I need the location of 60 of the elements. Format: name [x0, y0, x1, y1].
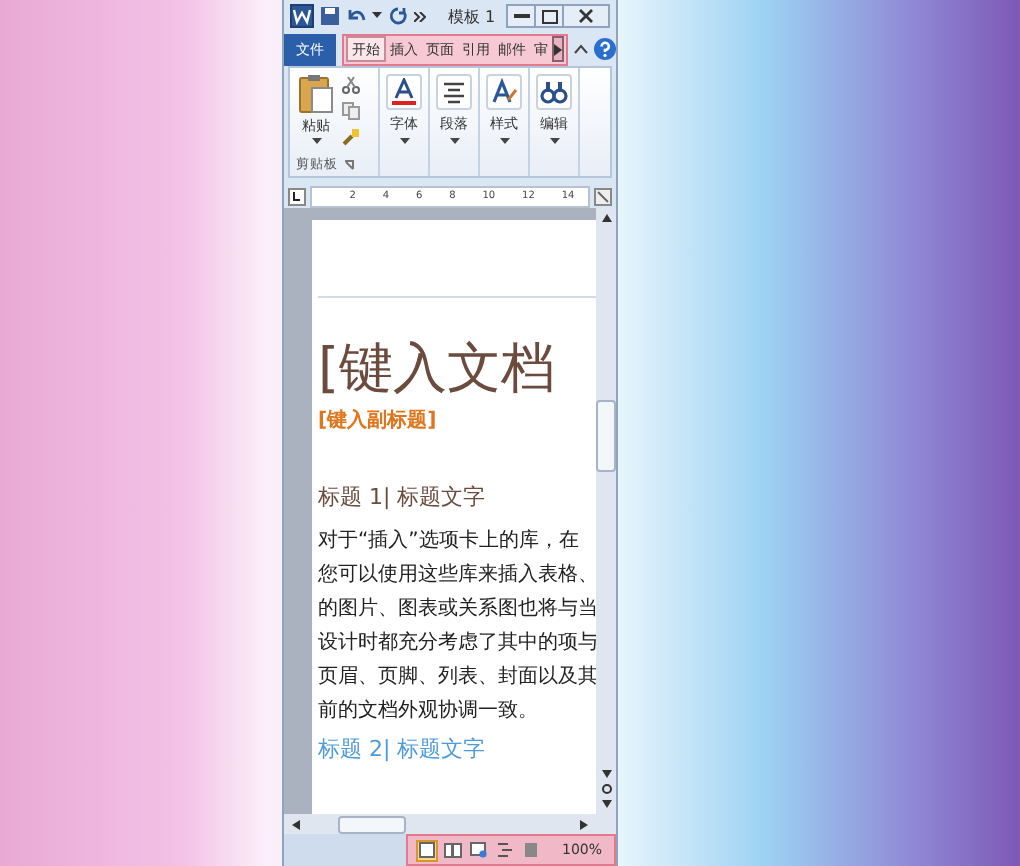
document-subtitle: [键入副标题] [318, 407, 439, 435]
scissors-icon[interactable] [342, 76, 360, 94]
overflow-icon[interactable] [414, 11, 426, 21]
draft-view-icon [521, 842, 540, 858]
caret-icon [449, 138, 459, 144]
caret-icon [549, 138, 559, 144]
scroll-right-icon[interactable] [580, 819, 588, 829]
scroll-left-icon[interactable] [292, 819, 300, 829]
minimize-button[interactable] [506, 4, 536, 28]
browse-object-icon[interactable] [601, 784, 611, 794]
next-page-icon[interactable] [601, 800, 611, 808]
tab-stop-icon[interactable] [288, 187, 306, 205]
close-icon [578, 8, 594, 24]
collapse-ribbon-icon[interactable] [574, 44, 588, 54]
ruler-toggle-icon[interactable] [594, 187, 612, 205]
tab-scroll-button[interactable] [552, 36, 564, 62]
document-title: [键入文档 [318, 338, 558, 403]
minimize-icon [513, 13, 529, 19]
undo-icon[interactable] [346, 6, 366, 26]
paragraph-line: 的图片、图表或关系图也将与当 [318, 595, 596, 625]
scroll-down-icon[interactable] [601, 770, 611, 778]
heading-text: 标题 1| 标题文字 [318, 482, 488, 513]
close-button[interactable] [562, 4, 610, 28]
paragraph-line: 您可以使用这些库来插入表格、 [318, 561, 596, 591]
heading-text: 标题 2| 标题文字 [318, 734, 488, 765]
brush-icon[interactable] [342, 128, 360, 146]
reading-view-icon [443, 842, 462, 858]
app-logo-icon [290, 4, 314, 28]
help-icon[interactable] [594, 38, 616, 60]
scroll-thumb[interactable] [596, 400, 616, 472]
caret-icon [554, 43, 562, 55]
print-view-icon [417, 842, 436, 858]
paragraph-line: 前的文档外观协调一致。 [318, 697, 540, 727]
paragraph-line: 对于“插入”选项卡上的库，在 [318, 527, 581, 557]
binoculars-icon [540, 78, 568, 106]
scroll-thumb[interactable] [338, 815, 406, 833]
copy-icon[interactable] [342, 102, 360, 120]
dialog-launcher-icon[interactable] [344, 160, 354, 170]
caret-icon [399, 138, 409, 144]
web-view-button[interactable] [467, 839, 490, 861]
reading-view-button[interactable] [441, 839, 464, 861]
scroll-up-icon[interactable] [601, 214, 611, 222]
save-icon[interactable] [320, 6, 340, 26]
caret-icon [499, 138, 509, 144]
vertical-scrollbar[interactable] [596, 208, 616, 814]
print-view-button[interactable] [415, 839, 438, 861]
outline-view-icon [495, 842, 514, 858]
maximize-icon [541, 9, 557, 23]
caret-icon[interactable] [372, 12, 382, 20]
web-view-icon [469, 842, 488, 858]
font-color-icon [390, 78, 418, 106]
window-title: 模板 1 [448, 5, 496, 27]
horizontal-scrollbar[interactable] [284, 814, 616, 834]
caret-icon [311, 138, 321, 144]
align-center-icon [440, 78, 468, 106]
outline-view-button[interactable] [493, 839, 516, 861]
clipboard-icon [298, 74, 334, 114]
redo-icon[interactable] [388, 6, 408, 26]
maximize-button[interactable] [534, 4, 564, 28]
styles-icon [490, 78, 518, 106]
